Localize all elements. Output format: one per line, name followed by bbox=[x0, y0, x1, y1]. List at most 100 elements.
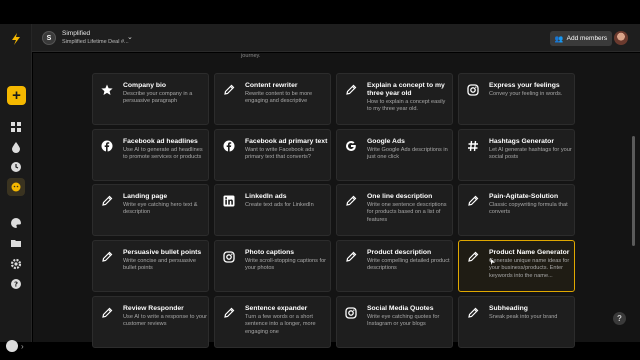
settings-gear-icon[interactable] bbox=[10, 258, 22, 270]
google-icon bbox=[345, 140, 357, 152]
workspace-plan: Simplified Lifetime Deal #... bbox=[62, 39, 129, 45]
pencil-icon bbox=[345, 251, 357, 263]
pencil-icon bbox=[101, 307, 113, 319]
add-members-label: Add members bbox=[566, 35, 608, 42]
template-card[interactable]: Subheading Sneak peak into your brand bbox=[458, 296, 575, 348]
folder-icon[interactable] bbox=[10, 237, 22, 249]
template-card[interactable]: Facebook ad headlines Use AI to generate … bbox=[92, 129, 209, 181]
template-card-title: Pain-Agitate-Solution bbox=[489, 193, 559, 200]
workspace-name[interactable]: Simplified bbox=[62, 30, 90, 37]
template-card[interactable]: Express your feelings Convey your feeling… bbox=[458, 73, 575, 125]
template-card-title: Company bio bbox=[123, 82, 167, 89]
template-card-title: Hashtags Generator bbox=[489, 138, 554, 145]
template-card-title: Express your feelings bbox=[489, 82, 560, 89]
template-card-title: Review Responder bbox=[123, 305, 184, 312]
template-card-title: Persuasive bullet points bbox=[123, 249, 202, 256]
template-card-description: Sneak peak into your brand bbox=[489, 314, 558, 320]
pencil-icon bbox=[223, 84, 235, 96]
template-card-title: LinkedIn ads bbox=[245, 193, 287, 200]
template-card[interactable]: Persuasive bullet points Write concise an… bbox=[92, 240, 209, 292]
template-card[interactable]: One line description Write one sentence d… bbox=[336, 184, 453, 236]
instagram-icon bbox=[467, 84, 479, 96]
template-card-title: Facebook ad primary text bbox=[245, 138, 328, 145]
template-card[interactable]: Content rewriter Rewrite content to be mo… bbox=[214, 73, 331, 125]
help-circle-icon[interactable]: ? bbox=[10, 278, 22, 290]
top-bar: S Simplified Simplified Lifetime Deal #.… bbox=[32, 24, 640, 52]
template-card-description: Write concise and persuasive bullet poin… bbox=[123, 258, 196, 272]
template-card-title: Photo captions bbox=[245, 249, 295, 256]
template-card-description: Write Google Ads descriptions in just on… bbox=[367, 147, 448, 161]
template-card-title: Content rewriter bbox=[245, 82, 298, 89]
template-card[interactable]: Company bio Describe your company in a pe… bbox=[92, 73, 209, 125]
template-card[interactable]: Product Name Generator Generate unique na… bbox=[458, 240, 575, 292]
app-frame: + ? › S Simplified Simplified Lifetime D… bbox=[0, 0, 640, 360]
instagram-icon bbox=[345, 307, 357, 319]
add-user-icon: 👥 bbox=[554, 35, 564, 43]
template-card-title: Social Media Quotes bbox=[367, 305, 434, 312]
star-icon bbox=[101, 84, 113, 96]
template-card[interactable]: Photo captions Write scroll-stopping capt… bbox=[214, 240, 331, 292]
template-card-title: Explain a concept to my three year old bbox=[367, 82, 445, 97]
pencil-icon bbox=[345, 195, 357, 207]
palette-icon[interactable] bbox=[10, 217, 22, 229]
template-card-description: Use AI to write a response to your custo… bbox=[123, 314, 207, 328]
scrollbar[interactable] bbox=[632, 136, 635, 246]
pencil-icon bbox=[467, 307, 479, 319]
chevron-right-icon[interactable]: › bbox=[21, 342, 24, 351]
drop-icon[interactable] bbox=[10, 141, 22, 153]
template-card-description: Classic copywriting formula that convert… bbox=[489, 202, 568, 216]
template-card-title: Landing page bbox=[123, 193, 168, 200]
left-sidebar: + ? › bbox=[0, 24, 32, 352]
template-card[interactable]: Explain a concept to my three year old Ho… bbox=[336, 73, 453, 125]
template-card[interactable]: Social Media Quotes Write eye catching qu… bbox=[336, 296, 453, 348]
pencil-icon bbox=[101, 251, 113, 263]
template-card-description: Want to write Facebook ads primary text … bbox=[245, 147, 315, 161]
template-card-title: Product Name Generator bbox=[489, 249, 570, 256]
workspace-avatar[interactable]: S bbox=[42, 31, 56, 45]
template-card-description: How to explain a concept easily to my th… bbox=[367, 99, 446, 113]
pencil-icon bbox=[345, 84, 357, 96]
add-members-button[interactable]: 👥 Add members bbox=[550, 31, 612, 46]
template-card-title: Sentence expander bbox=[245, 305, 308, 312]
template-card[interactable]: Product description Write compelling deta… bbox=[336, 240, 453, 292]
create-new-button[interactable]: + bbox=[7, 86, 26, 105]
template-card-description: Write one sentence descriptions for prod… bbox=[367, 202, 447, 223]
template-card-description: Describe your company in a persuasive pa… bbox=[123, 91, 193, 105]
template-card-description: Write scroll-stopping captions for your … bbox=[245, 258, 327, 272]
template-card[interactable]: Landing page Write eye catching hero text… bbox=[92, 184, 209, 236]
template-card-description: Let AI generate hashtags for your social… bbox=[489, 147, 572, 161]
pencil-icon bbox=[223, 307, 235, 319]
facebook-icon bbox=[101, 140, 113, 152]
dashboard-icon[interactable] bbox=[10, 121, 22, 133]
pencil-icon bbox=[467, 195, 479, 207]
template-card-title: One line description bbox=[367, 193, 433, 200]
template-card-title: Facebook ad headlines bbox=[123, 138, 198, 145]
partial-card-text: journey. bbox=[241, 53, 261, 59]
template-card-description: Write eye catching hero text & descripti… bbox=[123, 202, 198, 216]
clock-icon[interactable] bbox=[10, 161, 22, 173]
template-card[interactable]: LinkedIn ads Create text ads for LinkedIn bbox=[214, 184, 331, 236]
template-card[interactable]: Google Ads Write Google Ads descriptions … bbox=[336, 129, 453, 181]
template-card[interactable]: Hashtags Generator Let AI generate hashta… bbox=[458, 129, 575, 181]
chevron-down-icon[interactable]: ⌄ bbox=[127, 33, 133, 41]
template-card-title: Subheading bbox=[489, 305, 528, 312]
template-card-description: Rewrite content to be more engaging and … bbox=[245, 91, 313, 105]
template-card[interactable]: Review Responder Use AI to write a respon… bbox=[92, 296, 209, 348]
profile-avatar[interactable] bbox=[6, 340, 18, 352]
template-card-title: Product description bbox=[367, 249, 432, 256]
template-card-description: Convey your feeling in words. bbox=[489, 91, 563, 97]
help-button[interactable]: ? bbox=[613, 312, 626, 325]
template-card-description: Create text ads for LinkedIn bbox=[245, 202, 314, 208]
simplified-logo-icon[interactable] bbox=[9, 32, 23, 46]
template-card-title: Google Ads bbox=[367, 138, 405, 145]
template-card[interactable]: Facebook ad primary text Want to write Fa… bbox=[214, 129, 331, 181]
template-card-description: Write compelling detailed product descri… bbox=[367, 258, 450, 272]
template-card[interactable]: Pain-Agitate-Solution Classic copywriting… bbox=[458, 184, 575, 236]
template-card[interactable]: Sentence expander Turn a few words or a s… bbox=[214, 296, 331, 348]
user-avatar[interactable] bbox=[614, 31, 628, 45]
pencil-icon bbox=[101, 195, 113, 207]
linkedin-icon bbox=[223, 195, 235, 207]
ai-writer-icon[interactable] bbox=[7, 178, 25, 196]
template-card-description: Use AI to generate ad headlines to promo… bbox=[123, 147, 203, 161]
template-card-description: Generate unique name ideas for your busi… bbox=[489, 258, 570, 279]
